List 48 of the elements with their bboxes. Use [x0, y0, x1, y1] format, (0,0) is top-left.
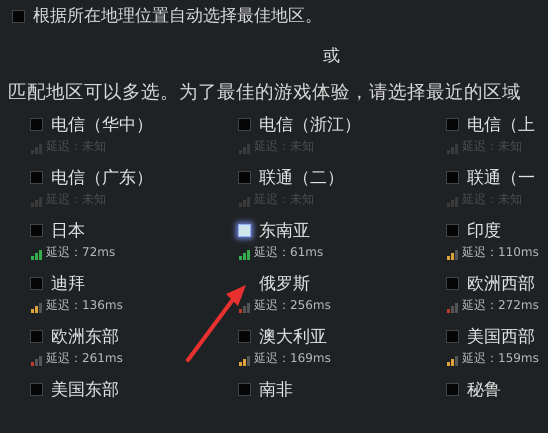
latency-text: 延迟：136ms: [45, 296, 123, 314]
checkbox[interactable]: [30, 277, 43, 290]
latency-text: 延迟：272ms: [461, 296, 539, 314]
region-name: 俄罗斯: [259, 272, 310, 296]
checkbox[interactable]: [30, 224, 43, 238]
region-name: 欧洲东部: [51, 326, 119, 349]
checkbox[interactable]: [30, 118, 43, 132]
checkbox[interactable]: [446, 330, 459, 344]
checkbox[interactable]: [30, 171, 43, 184]
latency-text: 延迟：110ms: [461, 244, 539, 261]
latency-text: 延迟：72ms: [45, 244, 116, 261]
checkbox[interactable]: [446, 383, 459, 396]
latency-text: 延迟：169ms: [253, 350, 331, 367]
region-name: 联通（二）: [259, 166, 344, 190]
region-name: 电信（上: [467, 114, 535, 137]
checkbox[interactable]: [446, 171, 459, 184]
latency-text: 延迟：61ms: [253, 244, 324, 261]
region-name: 日本: [51, 220, 85, 243]
region-name: 南非: [259, 378, 293, 402]
region-name: 欧洲西部: [467, 272, 535, 296]
checkbox[interactable]: [30, 383, 43, 396]
checkbox[interactable]: [238, 224, 251, 238]
latency-text: 延迟：159ms: [461, 350, 539, 367]
instruction-text: 匹配地区可以多选。为了最佳的游戏体验，请选择最近的区域: [8, 82, 521, 103]
latency-text: 延迟：261ms: [45, 350, 123, 367]
checkbox[interactable]: [238, 171, 251, 184]
checkbox[interactable]: [30, 330, 43, 344]
checkbox[interactable]: [446, 118, 459, 132]
region-name: 电信（华中）: [51, 114, 153, 137]
region-name: 东南亚: [259, 220, 310, 243]
latency-text: 延迟：256ms: [253, 296, 331, 314]
checkbox[interactable]: [446, 224, 459, 238]
checkbox[interactable]: [446, 277, 459, 290]
checkbox[interactable]: [238, 383, 251, 396]
or-label: 或: [323, 46, 340, 66]
checkbox[interactable]: [12, 10, 25, 24]
auto-select-label: 根据所在地理位置自动选择最佳地区。: [33, 5, 322, 28]
region-name: 美国西部: [467, 326, 535, 349]
region-name: 澳大利亚: [259, 326, 327, 349]
region-name: 电信（浙江）: [259, 114, 361, 137]
region-name: 迪拜: [51, 272, 85, 296]
region-name: 美国东部: [51, 378, 119, 402]
checkbox[interactable]: [238, 118, 251, 132]
region-name: 秘鲁: [467, 378, 501, 402]
checkbox[interactable]: [238, 330, 251, 344]
region-name: 联通（一: [467, 166, 535, 190]
region-name: 电信（广东）: [51, 166, 153, 190]
region-name: 印度: [467, 220, 501, 243]
